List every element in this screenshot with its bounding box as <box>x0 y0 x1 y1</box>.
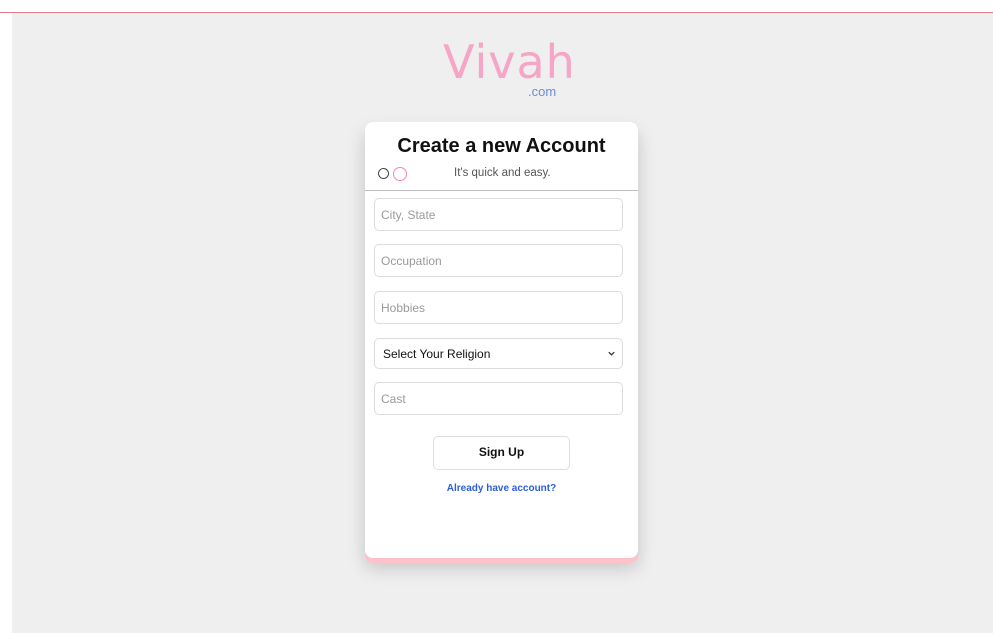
brand-logo: Vivah .com <box>443 34 576 104</box>
religion-select-value: Select Your Religion <box>383 347 491 361</box>
brand-name: Vivah <box>443 35 576 89</box>
cast-input[interactable] <box>374 382 623 415</box>
step-indicator-icon <box>378 168 389 179</box>
city-state-input[interactable] <box>374 198 623 231</box>
card-title: Create a new Account <box>397 135 606 157</box>
hobbies-input[interactable] <box>374 291 623 324</box>
step-indicator-active-icon <box>393 167 407 181</box>
religion-select[interactable]: Select Your Religion <box>374 338 623 369</box>
signup-card: Create a new Account It's quick and easy… <box>365 122 638 558</box>
login-link[interactable]: Already have account? <box>365 482 638 496</box>
brand-suffix: .com <box>528 84 557 99</box>
header-divider <box>365 190 638 191</box>
chevron-down-icon <box>608 351 615 356</box>
sign-up-button[interactable]: Sign Up <box>433 436 570 470</box>
card-subtitle: It's quick and easy. <box>454 167 551 179</box>
occupation-input[interactable] <box>374 244 623 277</box>
